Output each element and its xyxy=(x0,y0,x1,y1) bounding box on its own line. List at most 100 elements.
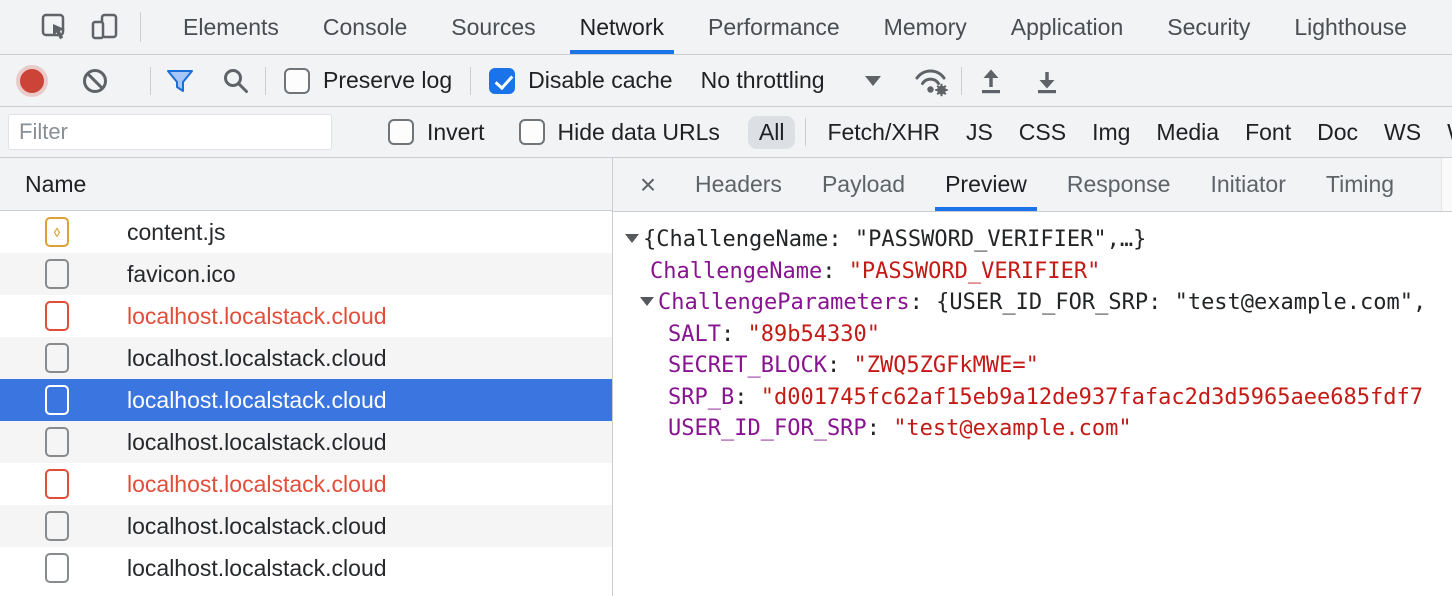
request-row[interactable]: localhost.localstack.cloud xyxy=(0,337,612,379)
detail-tab-strip: Headers Payload Preview Response Initiator Ti… xyxy=(675,158,1414,211)
divider xyxy=(150,67,151,95)
network-toolbar: Preserve log Disable cache No throttling xyxy=(0,55,1452,107)
filter-input[interactable] xyxy=(8,114,332,150)
json-tree-row: SALT: "89b54330" xyxy=(613,319,1452,351)
type-filter-img[interactable]: Img xyxy=(1081,116,1141,149)
divider xyxy=(140,12,141,42)
requests-grid-header[interactable]: Name xyxy=(0,158,612,211)
detail-tab-response[interactable]: Response xyxy=(1057,158,1181,211)
request-name: localhost.localstack.cloud xyxy=(127,429,387,456)
document-file-icon xyxy=(45,301,69,331)
hide-data-urls-checkbox[interactable] xyxy=(519,119,545,145)
import-har-button[interactable] xyxy=(976,66,1006,96)
detail-tab-bar: × Headers Payload Preview Response Initiator… xyxy=(613,158,1452,212)
request-type-filter-strip: AllFetch/XHRJSCSSImgMediaFontDocWSWasmMa… xyxy=(746,116,1452,149)
invert-toggle[interactable]: Invert xyxy=(388,119,485,146)
request-row[interactable]: localhost.localstack.cloud xyxy=(0,379,612,421)
clear-button[interactable] xyxy=(80,66,110,96)
tab-security[interactable]: Security xyxy=(1157,0,1260,54)
request-row[interactable]: localhost.localstack.cloud xyxy=(0,421,612,463)
tab-console[interactable]: Console xyxy=(313,0,417,54)
type-filter-media[interactable]: Media xyxy=(1145,116,1230,149)
divider xyxy=(470,67,471,95)
arrow-down-icon xyxy=(1032,66,1062,96)
json-tree-row: SRP_B: "d001745fc62af15eb9a12de937fafac2… xyxy=(613,382,1452,414)
tab-memory[interactable]: Memory xyxy=(874,0,977,54)
request-name: localhost.localstack.cloud xyxy=(127,471,387,498)
detail-tab-initiator[interactable]: Initiator xyxy=(1200,158,1295,211)
filter-toggle-button[interactable] xyxy=(165,66,195,96)
disable-cache-checkbox[interactable] xyxy=(489,68,515,94)
expander-triangle-icon[interactable] xyxy=(640,297,654,306)
device-toolbar-icon xyxy=(90,12,120,42)
request-name: content.js xyxy=(127,219,225,246)
devtools-tab-bar: Elements Console Sources Network Performance… xyxy=(0,0,1452,55)
requests-list: ◊content.js favicon.ico localhost.localsta… xyxy=(0,211,612,596)
document-file-icon xyxy=(45,511,69,541)
request-row[interactable]: localhost.localstack.cloud xyxy=(0,295,612,337)
type-filter-wasm[interactable]: Wasm xyxy=(1436,116,1452,149)
search-button[interactable] xyxy=(221,66,251,96)
network-conditions-button[interactable] xyxy=(917,66,947,96)
record-button[interactable] xyxy=(20,69,44,93)
json-text: : xyxy=(827,353,854,378)
device-toolbar-button[interactable] xyxy=(90,12,120,42)
json-text: : xyxy=(822,259,849,284)
json-tree-row: {ChallengeName: "PASSWORD_VERIFIER",…} xyxy=(613,224,1452,256)
clear-icon xyxy=(80,66,110,96)
invert-label: Invert xyxy=(427,119,485,146)
invert-checkbox[interactable] xyxy=(388,119,414,145)
tab-network[interactable]: Network xyxy=(570,0,674,54)
disable-cache-toggle[interactable]: Disable cache xyxy=(489,67,672,94)
detail-tab-timing[interactable]: Timing xyxy=(1316,158,1404,211)
json-text: : xyxy=(721,322,748,347)
request-row[interactable]: favicon.ico xyxy=(0,253,612,295)
throttling-select[interactable]: No throttling xyxy=(701,67,881,94)
hide-data-urls-label: Hide data URLs xyxy=(558,119,720,146)
export-har-button[interactable] xyxy=(1032,66,1062,96)
type-filter-doc[interactable]: Doc xyxy=(1306,116,1369,149)
request-row[interactable]: localhost.localstack.cloud xyxy=(0,463,612,505)
expander-triangle-icon[interactable] xyxy=(625,234,639,243)
type-filter-all[interactable]: All xyxy=(748,116,796,149)
type-filter-css[interactable]: CSS xyxy=(1008,116,1077,149)
request-name: localhost.localstack.cloud xyxy=(127,345,387,372)
arrow-up-icon xyxy=(976,66,1006,96)
detail-tab-preview[interactable]: Preview xyxy=(935,158,1037,211)
preserve-log-toggle[interactable]: Preserve log xyxy=(284,67,452,94)
tab-lighthouse[interactable]: Lighthouse xyxy=(1284,0,1417,54)
json-tree-row: USER_ID_FOR_SRP: "test@example.com" xyxy=(613,413,1452,445)
json-tree-row: SECRET_BLOCK: "ZWQ5ZGFkMWE=" xyxy=(613,350,1452,382)
main-tab-strip: Elements Console Sources Network Performance… xyxy=(161,0,1429,54)
inspect-element-button[interactable] xyxy=(40,12,70,42)
type-filter-fetchxhr[interactable]: Fetch/XHR xyxy=(816,116,950,149)
network-filter-bar: Invert Hide data URLs All Fetch/XHRJSCSSI… xyxy=(0,107,1452,158)
json-key: ChallengeName xyxy=(650,259,822,284)
type-filter-ws[interactable]: WS xyxy=(1373,116,1432,149)
request-row[interactable]: ◊content.js xyxy=(0,211,612,253)
network-main-split: Name ◊content.js favicon.ico localhost.loc… xyxy=(0,158,1452,596)
json-string-value: "test@example.com" xyxy=(893,416,1131,441)
tab-application[interactable]: Application xyxy=(1001,0,1134,54)
type-filter-js[interactable]: JS xyxy=(955,116,1004,149)
name-column-header[interactable]: Name xyxy=(25,171,86,198)
json-key: SECRET_BLOCK xyxy=(668,353,827,378)
throttling-value: No throttling xyxy=(701,67,825,94)
search-icon xyxy=(221,66,251,96)
request-name: localhost.localstack.cloud xyxy=(127,513,387,540)
gear-part xyxy=(935,83,947,95)
detail-tab-headers[interactable]: Headers xyxy=(685,158,792,211)
request-name: favicon.ico xyxy=(127,261,236,288)
type-filter-font[interactable]: Font xyxy=(1234,116,1302,149)
close-icon[interactable]: × xyxy=(631,171,665,199)
request-detail-panel: × Headers Payload Preview Response Initiator… xyxy=(613,158,1452,596)
tab-performance[interactable]: Performance xyxy=(698,0,850,54)
hide-data-urls-toggle[interactable]: Hide data URLs xyxy=(519,119,720,146)
requests-panel: Name ◊content.js favicon.ico localhost.loc… xyxy=(0,158,613,596)
tab-elements[interactable]: Elements xyxy=(173,0,289,54)
request-row[interactable]: localhost.localstack.cloud xyxy=(0,505,612,547)
detail-tab-payload[interactable]: Payload xyxy=(812,158,915,211)
tab-sources[interactable]: Sources xyxy=(441,0,545,54)
request-row[interactable]: localhost.localstack.cloud xyxy=(0,547,612,589)
preserve-log-checkbox[interactable] xyxy=(284,68,310,94)
